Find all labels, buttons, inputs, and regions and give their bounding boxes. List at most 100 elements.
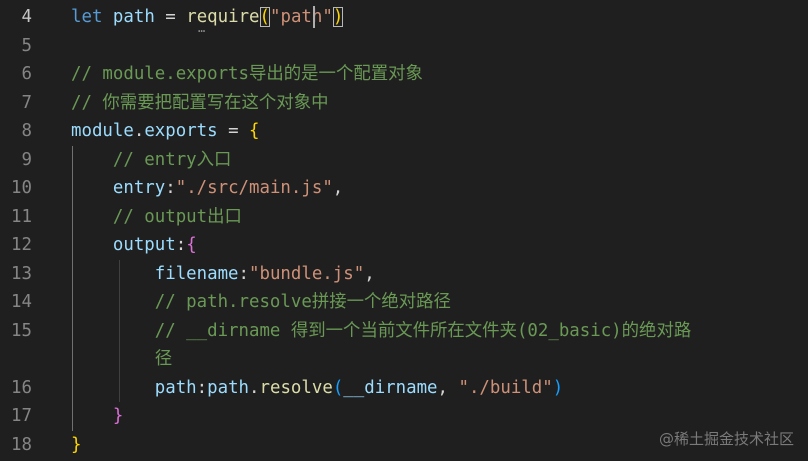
code-line[interactable]: 4 let path = require("path") [0,3,808,32]
code-line[interactable]: 15 // __dirname 得到一个当前文件所在文件夹(02_basic)的… [0,317,808,346]
code-token: module [71,121,134,141]
code-token: , [437,377,459,398]
line-number: 17 [11,406,32,426]
code-token: , [364,263,375,284]
line-number: 8 [21,121,32,141]
line-code[interactable]: // 你需要把配置写在这个对象中 [71,89,329,118]
code-token: : [175,235,187,255]
code-line[interactable]: 10 entry:"./src/main.js", [0,174,808,203]
line-number: 15 [11,320,32,341]
line-code[interactable]: let path = require("path") [71,3,344,32]
line-number: 7 [21,92,32,113]
code-token: ( [332,377,344,398]
code-line[interactable]: 径 [0,345,808,374]
indent-guide [119,259,120,402]
code-line[interactable]: 16 path:path.resolve(__dirname, "./build… [0,374,808,403]
line-number: 6 [21,64,32,84]
code-token: { [249,121,260,141]
code-token: { [186,235,197,255]
code-token: . [249,377,260,398]
code-token: "path" [270,7,333,27]
line-number: 16 [11,377,32,398]
code-token: ( [259,7,270,27]
line-number: 12 [11,235,32,255]
line-code[interactable]: path:path.resolve(__dirname, "./build") [71,374,563,403]
code-token: filename [154,263,239,284]
line-code[interactable]: // __dirname 得到一个当前文件所在文件夹(02_basic)的绝对路 [71,317,691,346]
code-line[interactable]: 7 // 你需要把配置写在这个对象中 [0,89,808,118]
code-token: entry [112,178,166,198]
code-line[interactable]: 11 // output出口 [0,203,808,232]
code-token: = [217,121,250,141]
code-token: // path.resolve拼接一个绝对路径 [154,292,451,312]
line-number: 18 [11,434,32,455]
hint-dots-icon[interactable]: … [198,22,206,34]
line-number: 4 [21,7,32,27]
code-token: "./src/main.js" [175,178,333,198]
text-cursor [313,6,315,28]
line-code[interactable]: filename:"bundle.js", [71,260,375,289]
code-token: ) [332,7,344,27]
line-number: 9 [21,149,32,170]
line-number: 11 [11,206,32,227]
code-token: "./build" [458,377,553,398]
code-line[interactable]: 14 // path.resolve拼接一个绝对路径 [0,288,808,317]
code-line[interactable]: 17 } [0,402,808,431]
line-number: 10 [11,178,32,198]
line-code[interactable]: output:{ [71,231,197,260]
code-line[interactable]: 5 [0,32,808,61]
code-token: output [112,235,176,255]
line-number: 13 [11,263,32,284]
code-token: path [112,7,155,27]
watermark: @稀土掘金技术社区 [658,430,794,448]
line-code[interactable]: // module.exports导出的是一个配置对象 [71,60,423,89]
code-line[interactable]: 6 // module.exports导出的是一个配置对象 [0,60,808,89]
code-token: // __dirname 得到一个当前文件所在文件夹(02_basic)的绝对路 [154,320,692,341]
line-number: 5 [21,35,32,56]
code-token: "bundle.js" [249,263,365,284]
code-token: // entry入口 [112,149,232,170]
code-token: . [133,121,145,141]
line-code[interactable]: 径 [71,345,172,374]
code-token: } [112,406,124,426]
line-code[interactable]: // output出口 [71,203,242,232]
line-code[interactable]: entry:"./src/main.js", [71,174,343,203]
code-editor[interactable]: 4 let path = require("path") 5 6 // module.e… [0,0,808,461]
line-code[interactable]: module.exports = { [71,117,260,146]
line-code[interactable]: } [71,402,123,431]
code-token: = [154,7,187,27]
indent-guide [72,145,73,431]
code-token: resolve [259,377,333,398]
code-token: // output出口 [112,206,242,227]
code-token: : [165,178,176,198]
code-line[interactable]: 8 module.exports = { [0,117,808,146]
code-line[interactable]: 12 output:{ [0,231,808,260]
code-token: } [71,434,82,455]
code-line[interactable]: 13 filename:"bundle.js", [0,260,808,289]
code-token: ) [552,377,564,398]
line-code[interactable]: // path.resolve拼接一个绝对路径 [71,288,451,317]
line-code[interactable]: } [71,431,81,460]
code-token: let [71,7,103,27]
line-code[interactable]: // entry入口 [71,146,232,175]
code-token: path [154,377,197,398]
code-token: __dirname [343,377,438,398]
line-number: 14 [11,292,32,312]
code-token: path [207,377,250,398]
code-line[interactable]: 9 // entry入口 [0,146,808,175]
code-token: // 你需要把配置写在这个对象中 [71,92,329,113]
code-token: // module.exports导出的是一个配置对象 [71,64,423,84]
code-token: : [196,377,208,398]
code-token: exports [144,121,218,141]
